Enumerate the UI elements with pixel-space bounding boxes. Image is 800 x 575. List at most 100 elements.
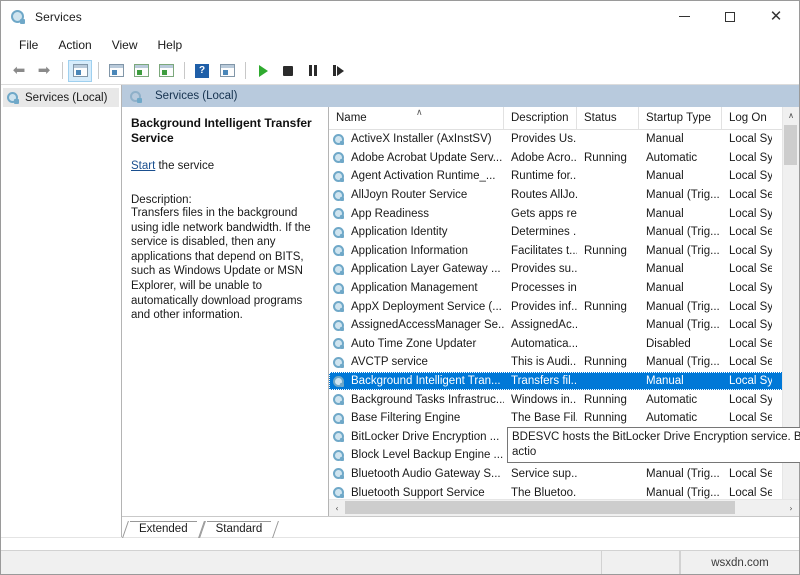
start-service-icon[interactable] bbox=[251, 60, 275, 82]
table-row[interactable]: Background Tasks Infrastruc...Windows in… bbox=[329, 390, 799, 409]
table-row[interactable]: Auto Time Zone UpdaterAutomatica...Disab… bbox=[329, 335, 799, 354]
cell-status: Running bbox=[577, 245, 639, 257]
sort-ascending-icon: ∧ bbox=[416, 108, 423, 118]
horizontal-scroll-thumb[interactable] bbox=[345, 501, 735, 514]
cell-name-label: Background Intelligent Tran... bbox=[351, 375, 501, 387]
show-hide-console-tree-icon[interactable] bbox=[68, 60, 92, 82]
description-label: Description: bbox=[131, 194, 316, 206]
table-row[interactable]: Bluetooth Audio Gateway S...Service sup.… bbox=[329, 465, 799, 484]
column-header-status[interactable]: Status bbox=[577, 107, 639, 129]
pause-service-icon[interactable] bbox=[301, 60, 325, 82]
cell-status: Running bbox=[577, 412, 639, 424]
export-list-icon[interactable] bbox=[154, 60, 178, 82]
status-bar: wsxdn.com bbox=[1, 550, 799, 574]
table-row[interactable]: AssignedAccessManager Se...AssignedAc...… bbox=[329, 316, 799, 335]
table-row[interactable]: Adobe Acrobat Update Serv...Adobe Acro..… bbox=[329, 149, 799, 168]
table-row[interactable]: AppX Deployment Service (...Provides inf… bbox=[329, 297, 799, 316]
service-gear-icon bbox=[333, 282, 346, 295]
minimize-button[interactable] bbox=[661, 1, 707, 32]
watermark: wsxdn.com bbox=[680, 551, 799, 574]
column-header-startup-type[interactable]: Startup Type bbox=[639, 107, 722, 129]
cell-name: Application Information bbox=[329, 244, 504, 257]
service-gear-icon bbox=[333, 449, 346, 462]
horizontal-scroll-track[interactable] bbox=[345, 500, 783, 516]
table-row[interactable]: Background Intelligent Tran...Transfers … bbox=[329, 372, 799, 391]
menu-help[interactable]: Help bbox=[148, 35, 193, 55]
vertical-scroll-thumb[interactable] bbox=[784, 125, 797, 165]
table-row[interactable]: Agent Activation Runtime_...Runtime for.… bbox=[329, 167, 799, 186]
column-header-description[interactable]: Description bbox=[504, 107, 577, 129]
cell-name-label: AppX Deployment Service (... bbox=[351, 301, 502, 313]
cell-startup-type: Manual (Trig... bbox=[639, 356, 722, 368]
help-icon[interactable]: ? bbox=[190, 60, 214, 82]
description-text: Transfers files in the background using … bbox=[131, 206, 316, 323]
services-gear-icon bbox=[7, 91, 20, 104]
cell-description: Routes AllJo... bbox=[504, 189, 577, 201]
cell-description: Provides inf... bbox=[504, 301, 577, 313]
scroll-up-icon[interactable]: ∧ bbox=[783, 107, 799, 123]
close-button[interactable]: ✕ bbox=[753, 1, 799, 32]
cell-log-on: Local Se bbox=[722, 226, 772, 238]
table-row[interactable]: Base Filtering EngineThe Base Fil...Runn… bbox=[329, 409, 799, 428]
table-row[interactable]: Application IdentityDetermines ...Manual… bbox=[329, 223, 799, 242]
cell-startup-type: Manual bbox=[639, 282, 722, 294]
service-detail-panel: Background Intelligent Transfer Service … bbox=[122, 107, 329, 516]
properties-icon[interactable] bbox=[104, 60, 128, 82]
table-row[interactable]: AVCTP serviceThis is Audi...RunningManua… bbox=[329, 353, 799, 372]
help-glyph: ? bbox=[195, 64, 209, 78]
column-header-status-label: Status bbox=[584, 112, 617, 124]
service-gear-icon bbox=[333, 393, 346, 406]
column-header-log-on[interactable]: Log On bbox=[722, 107, 772, 129]
cell-name: Adobe Acrobat Update Serv... bbox=[329, 151, 504, 164]
menu-view[interactable]: View bbox=[102, 35, 148, 55]
start-service-link[interactable]: Start bbox=[131, 160, 155, 172]
restart-service-icon[interactable] bbox=[326, 60, 350, 82]
scroll-left-icon[interactable]: ‹ bbox=[329, 500, 345, 516]
stop-service-icon[interactable] bbox=[276, 60, 300, 82]
cell-description: Adobe Acro... bbox=[504, 152, 577, 164]
cell-name: BitLocker Drive Encryption ... bbox=[329, 430, 504, 443]
table-row[interactable]: ActiveX Installer (AxInstSV)Provides Us.… bbox=[329, 130, 799, 149]
table-row[interactable]: App ReadinessGets apps re...ManualLocal … bbox=[329, 204, 799, 223]
back-icon[interactable]: ⬅ bbox=[7, 60, 31, 82]
view-tabs: Extended Standard bbox=[122, 516, 799, 537]
column-header-name[interactable]: Name ∧ bbox=[329, 107, 504, 129]
menu-file[interactable]: File bbox=[9, 35, 48, 55]
maximize-button[interactable] bbox=[707, 1, 753, 32]
cell-name: ActiveX Installer (AxInstSV) bbox=[329, 133, 504, 146]
cell-name-label: AllJoyn Router Service bbox=[351, 189, 467, 201]
column-header-log-on-label: Log On bbox=[729, 112, 767, 124]
tree-item-label: Services (Local) bbox=[25, 92, 107, 104]
status-bar-middle-segment bbox=[602, 551, 680, 574]
listview-horizontal-scrollbar[interactable]: ‹ › bbox=[329, 499, 799, 516]
scroll-right-icon[interactable]: › bbox=[783, 500, 799, 516]
cell-log-on: Local Sy bbox=[722, 170, 772, 182]
tab-standard[interactable]: Standard bbox=[207, 521, 272, 537]
table-row[interactable]: Application Layer Gateway ...Provides su… bbox=[329, 260, 799, 279]
cell-log-on: Local Sy bbox=[722, 152, 772, 164]
menu-action[interactable]: Action bbox=[48, 35, 101, 55]
service-description-tooltip: BDESVC hosts the BitLocker Drive Encrypt… bbox=[507, 427, 800, 463]
cell-description: Determines ... bbox=[504, 226, 577, 238]
cell-name-label: ActiveX Installer (AxInstSV) bbox=[351, 133, 492, 145]
cell-name: Bluetooth Audio Gateway S... bbox=[329, 467, 504, 480]
forward-icon[interactable]: ➡ bbox=[32, 60, 56, 82]
pane-inner: Background Intelligent Transfer Service … bbox=[122, 107, 799, 516]
cell-name: Application Identity bbox=[329, 226, 504, 239]
show-hide-action-pane-icon[interactable] bbox=[215, 60, 239, 82]
table-row[interactable]: Application ManagementProcesses in...Man… bbox=[329, 279, 799, 298]
service-gear-icon bbox=[333, 263, 346, 276]
service-gear-icon bbox=[333, 151, 346, 164]
tree-item-services-local[interactable]: Services (Local) bbox=[3, 88, 119, 107]
tab-extended[interactable]: Extended bbox=[130, 521, 197, 537]
table-row[interactable]: Application InformationFacilitates t...R… bbox=[329, 242, 799, 261]
service-gear-icon bbox=[333, 412, 346, 425]
table-row[interactable]: Bluetooth Support ServiceThe Bluetoo...M… bbox=[329, 483, 799, 499]
table-row[interactable]: AllJoyn Router ServiceRoutes AllJo...Man… bbox=[329, 186, 799, 205]
cell-name: Base Filtering Engine bbox=[329, 412, 504, 425]
cell-description: Runtime for... bbox=[504, 170, 577, 182]
refresh-icon[interactable] bbox=[129, 60, 153, 82]
cell-startup-type: Manual bbox=[639, 133, 722, 145]
service-gear-icon bbox=[333, 337, 346, 350]
console-tree-pane: Services (Local) bbox=[1, 85, 122, 537]
